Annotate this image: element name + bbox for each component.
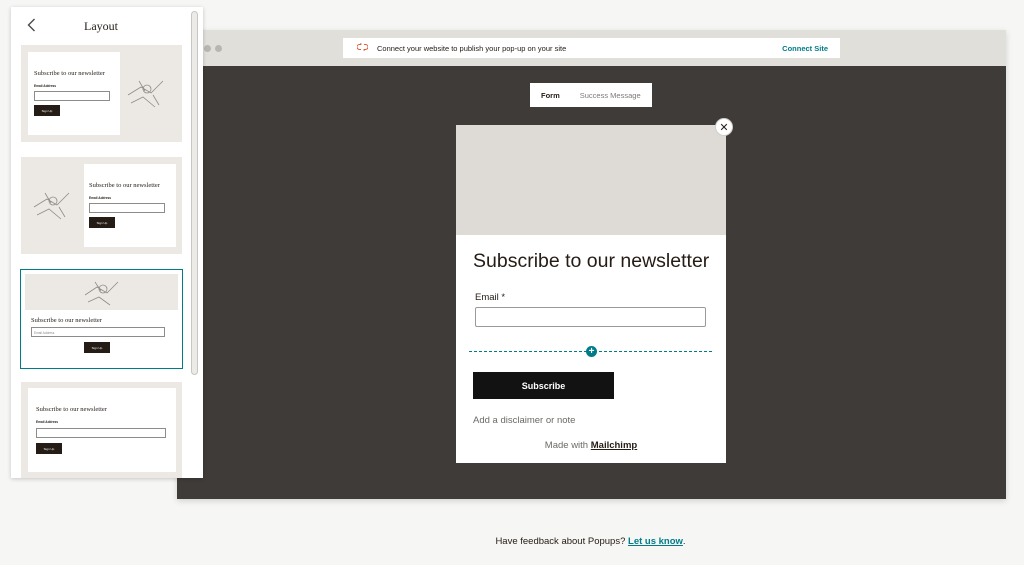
thumb-button: Sign Up <box>34 105 60 116</box>
preview-browser: Connect your website to publish your pop… <box>177 30 1006 499</box>
layout-option-image-left[interactable]: Subscribe to our newsletter Email Addres… <box>20 156 183 255</box>
close-icon[interactable]: ✕ <box>715 118 733 136</box>
window-dot <box>215 45 222 52</box>
email-label: Email * <box>475 292 506 303</box>
thumb-input <box>89 203 165 213</box>
tab-form[interactable]: Form <box>530 91 560 100</box>
window-dot <box>204 45 211 52</box>
thumb-button: Sign Up <box>89 217 115 228</box>
feedback-suffix: . <box>682 536 686 547</box>
thumb-input <box>34 91 110 101</box>
connect-site-link[interactable]: Connect Site <box>782 44 828 53</box>
thumb-input: Email Address <box>31 327 165 337</box>
connect-site-banner: Connect your website to publish your pop… <box>343 38 840 58</box>
illustration-icon <box>33 192 70 220</box>
thumb-title: Subscribe to our newsletter <box>31 317 102 324</box>
panel-scrollbar[interactable] <box>191 11 198 375</box>
thumb-title: Subscribe to our newsletter <box>89 182 160 189</box>
plus-icon[interactable]: + <box>586 346 597 357</box>
panel-header: Layout <box>11 7 191 43</box>
tab-success-message[interactable]: Success Message <box>560 91 641 100</box>
browser-toolbar: Connect your website to publish your pop… <box>177 30 1006 66</box>
layout-panel: Layout Subscribe to our newsletter Email… <box>11 7 203 478</box>
thumb-input-placeholder: Email Address <box>34 330 55 335</box>
form-tabs: Form Success Message <box>530 83 652 107</box>
thumb-field-label: Email Address <box>36 420 59 424</box>
thumb-field-label: Email Address <box>89 196 112 200</box>
email-field[interactable] <box>475 307 706 327</box>
layout-thumbnail: Subscribe to our newsletter Email Addres… <box>21 157 182 254</box>
thumb-title: Subscribe to our newsletter <box>36 406 107 413</box>
layout-option-image-top[interactable]: Subscribe to our newsletter Email Addres… <box>20 269 183 369</box>
popup-title[interactable]: Subscribe to our newsletter <box>473 250 709 273</box>
thumb-button: Sign Up <box>36 443 62 454</box>
subscribe-button[interactable]: Subscribe <box>473 372 614 399</box>
panel-title: Layout <box>84 19 118 33</box>
broken-link-icon <box>355 42 369 54</box>
illustration-icon <box>84 281 119 306</box>
made-with-prefix: Made with <box>544 440 589 451</box>
feedback-text: Have feedback about Popups? <box>495 536 626 547</box>
feedback-footer: Have feedback about Popups? Let us know. <box>0 536 1024 547</box>
thumb-title: Subscribe to our newsletter <box>34 70 105 77</box>
layout-thumbnail: Subscribe to our newsletter Email Addres… <box>21 382 182 478</box>
feedback-link[interactable]: Let us know <box>628 536 683 547</box>
illustration-icon <box>127 80 164 108</box>
mailchimp-link[interactable]: Mailchimp <box>591 440 637 451</box>
popup-image-placeholder[interactable] <box>456 125 726 235</box>
banner-message: Connect your website to publish your pop… <box>377 43 567 53</box>
disclaimer-field[interactable]: Add a disclaimer or note <box>473 415 575 426</box>
thumb-input <box>36 428 166 438</box>
popup-form-preview: Subscribe to our newsletter Email * + Su… <box>456 125 726 463</box>
thumb-field-label: Email Address <box>34 84 57 88</box>
made-with-badge: Made with Mailchimp <box>456 440 726 451</box>
layout-option-no-image[interactable]: Subscribe to our newsletter Email Addres… <box>20 381 183 478</box>
layout-thumbnail: Subscribe to our newsletter Email Addres… <box>25 274 178 364</box>
layout-option-image-right[interactable]: Subscribe to our newsletter Email Addres… <box>20 44 183 143</box>
thumb-button: Sign Up <box>84 342 110 353</box>
layout-thumbnail: Subscribe to our newsletter Email Addres… <box>21 45 182 142</box>
